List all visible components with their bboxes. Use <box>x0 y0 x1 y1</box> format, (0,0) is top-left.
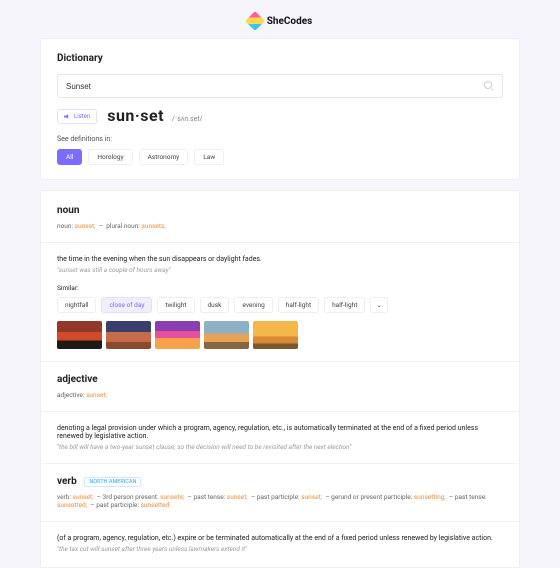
filter-law[interactable]: Law <box>194 149 224 165</box>
similar-chips: nightfall close of day twilight dusk eve… <box>57 297 503 313</box>
pronunciation: /ˈsʌn.set/ <box>172 115 203 123</box>
page-title: Dictionary <box>57 53 503 64</box>
definitions-card: noun noun: sunset; – plural noun: sunset… <box>40 190 520 568</box>
noun-forms: noun: sunset; – plural noun: sunsets; <box>57 222 503 230</box>
divider <box>41 242 519 243</box>
divider <box>41 463 519 464</box>
thumbnail[interactable] <box>204 321 249 349</box>
logo-mark-icon <box>245 11 265 31</box>
chevron-down-icon: ⌄ <box>376 301 381 309</box>
thumbnail[interactable] <box>106 321 151 349</box>
adjective-example: "the bill will have a two-year sunset cl… <box>57 443 503 451</box>
divider <box>41 521 519 522</box>
noun-example: "sunset was still a couple of hours away… <box>57 266 503 274</box>
verb-example: "the tax cut will sunset after three yea… <box>57 545 503 553</box>
pos-verb-row: verb NORTH AMERICAN <box>57 476 503 487</box>
verb-forms: verb: sunset; – 3rd person present: suns… <box>57 493 503 509</box>
listen-button[interactable]: Listen <box>57 109 97 124</box>
similar-chip[interactable]: evening <box>234 297 272 313</box>
filter-astronomy[interactable]: Astronomy <box>139 149 189 165</box>
pos-adjective: adjective <box>57 374 503 385</box>
pos-verb: verb <box>57 476 77 487</box>
image-thumbnails <box>57 321 503 349</box>
pos-noun: noun <box>57 205 503 216</box>
similar-chip[interactable]: close of day <box>101 297 152 313</box>
adjective-definition: denoting a legal provision under which a… <box>57 424 503 440</box>
headword: sun·set <box>107 106 164 125</box>
adjective-forms: adjective: sunset; <box>57 391 503 399</box>
divider <box>41 361 519 362</box>
similar-label: Similar: <box>57 284 503 292</box>
verb-definition: (of a program, agency, regulation, etc.)… <box>57 534 503 542</box>
filter-all[interactable]: All <box>57 149 82 165</box>
similar-chip[interactable]: nightfall <box>57 297 96 313</box>
search-icon[interactable] <box>484 81 494 91</box>
similar-chip[interactable]: dusk <box>200 297 230 313</box>
divider <box>41 411 519 412</box>
search-field[interactable] <box>57 74 503 98</box>
search-input[interactable] <box>66 82 484 91</box>
thumbnail[interactable] <box>253 321 298 349</box>
region-tag: NORTH AMERICAN <box>84 477 141 487</box>
thumbnail[interactable] <box>57 321 102 349</box>
similar-chip[interactable]: twilight <box>157 297 194 313</box>
noun-definition: the time in the evening when the sun dis… <box>57 255 503 263</box>
sound-icon <box>64 114 70 120</box>
brand-logo: SheCodes <box>40 14 520 28</box>
filter-horology[interactable]: Horology <box>88 149 132 165</box>
see-definitions-label: See definitions in: <box>57 135 503 143</box>
definition-filters: All Horology Astronomy Law <box>57 149 503 165</box>
listen-label: Listen <box>74 113 90 120</box>
thumbnail[interactable] <box>155 321 200 349</box>
brand-name: SheCodes <box>267 16 313 27</box>
search-card: Dictionary Listen sun·set /ˈsʌn.set/ See… <box>40 38 520 180</box>
similar-chip[interactable]: half-light <box>278 297 319 313</box>
similar-chip[interactable]: half-light <box>324 297 365 313</box>
similar-more[interactable]: ⌄ <box>370 297 387 313</box>
